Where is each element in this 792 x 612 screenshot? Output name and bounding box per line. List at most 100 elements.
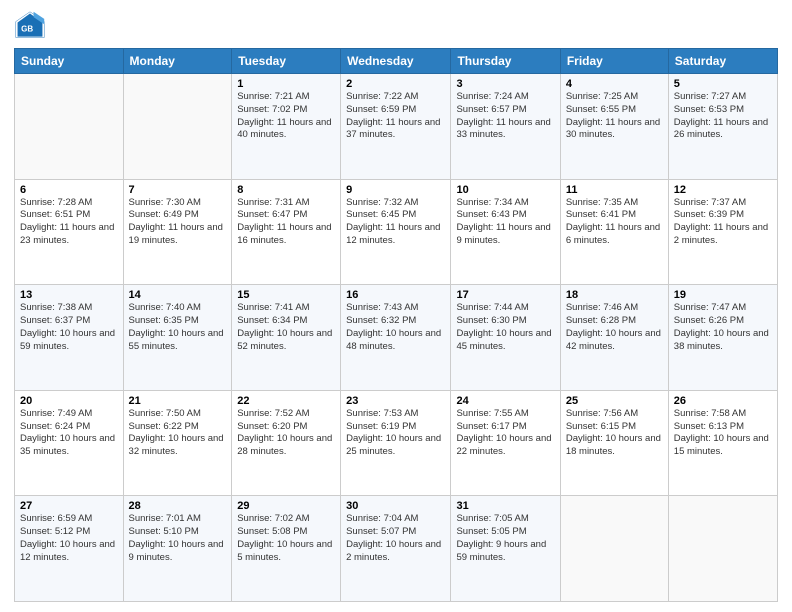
day-number: 6 (20, 184, 118, 196)
day-info: Sunrise: 7:22 AM Sunset: 6:59 PM Dayligh… (346, 91, 445, 142)
day-cell: 2Sunrise: 7:22 AM Sunset: 6:59 PM Daylig… (341, 74, 451, 180)
day-cell: 31Sunrise: 7:05 AM Sunset: 5:05 PM Dayli… (451, 496, 560, 602)
week-row-3: 13Sunrise: 7:38 AM Sunset: 6:37 PM Dayli… (15, 285, 778, 391)
day-info: Sunrise: 7:50 AM Sunset: 6:22 PM Dayligh… (129, 408, 227, 459)
day-cell: 22Sunrise: 7:52 AM Sunset: 6:20 PM Dayli… (232, 390, 341, 496)
day-number: 8 (237, 184, 335, 196)
day-number: 31 (456, 500, 554, 512)
calendar-page: GB SundayMondayTuesdayWednesdayThursdayF… (0, 0, 792, 612)
day-info: Sunrise: 7:31 AM Sunset: 6:47 PM Dayligh… (237, 197, 335, 248)
day-cell: 16Sunrise: 7:43 AM Sunset: 6:32 PM Dayli… (341, 285, 451, 391)
day-info: Sunrise: 7:34 AM Sunset: 6:43 PM Dayligh… (456, 197, 554, 248)
day-number: 24 (456, 395, 554, 407)
day-number: 3 (456, 78, 554, 90)
weekday-wednesday: Wednesday (341, 49, 451, 74)
day-info: Sunrise: 7:43 AM Sunset: 6:32 PM Dayligh… (346, 302, 445, 353)
day-number: 7 (129, 184, 227, 196)
day-info: Sunrise: 7:41 AM Sunset: 6:34 PM Dayligh… (237, 302, 335, 353)
day-cell: 30Sunrise: 7:04 AM Sunset: 5:07 PM Dayli… (341, 496, 451, 602)
day-number: 16 (346, 289, 445, 301)
day-number: 19 (674, 289, 772, 301)
day-cell: 4Sunrise: 7:25 AM Sunset: 6:55 PM Daylig… (560, 74, 668, 180)
day-cell: 7Sunrise: 7:30 AM Sunset: 6:49 PM Daylig… (123, 179, 232, 285)
day-number: 30 (346, 500, 445, 512)
day-info: Sunrise: 7:47 AM Sunset: 6:26 PM Dayligh… (674, 302, 772, 353)
day-info: Sunrise: 7:52 AM Sunset: 6:20 PM Dayligh… (237, 408, 335, 459)
day-info: Sunrise: 7:58 AM Sunset: 6:13 PM Dayligh… (674, 408, 772, 459)
weekday-saturday: Saturday (668, 49, 777, 74)
day-info: Sunrise: 7:04 AM Sunset: 5:07 PM Dayligh… (346, 513, 445, 564)
day-cell: 14Sunrise: 7:40 AM Sunset: 6:35 PM Dayli… (123, 285, 232, 391)
day-cell: 24Sunrise: 7:55 AM Sunset: 6:17 PM Dayli… (451, 390, 560, 496)
day-info: Sunrise: 7:05 AM Sunset: 5:05 PM Dayligh… (456, 513, 554, 564)
day-cell: 12Sunrise: 7:37 AM Sunset: 6:39 PM Dayli… (668, 179, 777, 285)
day-number: 5 (674, 78, 772, 90)
day-info: Sunrise: 7:27 AM Sunset: 6:53 PM Dayligh… (674, 91, 772, 142)
day-number: 18 (566, 289, 663, 301)
week-row-2: 6Sunrise: 7:28 AM Sunset: 6:51 PM Daylig… (15, 179, 778, 285)
day-info: Sunrise: 7:28 AM Sunset: 6:51 PM Dayligh… (20, 197, 118, 248)
day-info: Sunrise: 7:53 AM Sunset: 6:19 PM Dayligh… (346, 408, 445, 459)
day-number: 10 (456, 184, 554, 196)
day-info: Sunrise: 7:21 AM Sunset: 7:02 PM Dayligh… (237, 91, 335, 142)
day-cell: 6Sunrise: 7:28 AM Sunset: 6:51 PM Daylig… (15, 179, 124, 285)
week-row-5: 27Sunrise: 6:59 AM Sunset: 5:12 PM Dayli… (15, 496, 778, 602)
day-cell: 9Sunrise: 7:32 AM Sunset: 6:45 PM Daylig… (341, 179, 451, 285)
weekday-sunday: Sunday (15, 49, 124, 74)
day-number: 4 (566, 78, 663, 90)
day-info: Sunrise: 7:56 AM Sunset: 6:15 PM Dayligh… (566, 408, 663, 459)
day-number: 12 (674, 184, 772, 196)
week-row-1: 1Sunrise: 7:21 AM Sunset: 7:02 PM Daylig… (15, 74, 778, 180)
day-number: 15 (237, 289, 335, 301)
day-number: 21 (129, 395, 227, 407)
day-number: 29 (237, 500, 335, 512)
day-info: Sunrise: 7:55 AM Sunset: 6:17 PM Dayligh… (456, 408, 554, 459)
day-cell: 20Sunrise: 7:49 AM Sunset: 6:24 PM Dayli… (15, 390, 124, 496)
day-number: 17 (456, 289, 554, 301)
day-info: Sunrise: 7:02 AM Sunset: 5:08 PM Dayligh… (237, 513, 335, 564)
day-info: Sunrise: 7:30 AM Sunset: 6:49 PM Dayligh… (129, 197, 227, 248)
logo-icon: GB (14, 10, 46, 42)
day-number: 27 (20, 500, 118, 512)
day-number: 20 (20, 395, 118, 407)
day-cell (15, 74, 124, 180)
day-cell: 23Sunrise: 7:53 AM Sunset: 6:19 PM Dayli… (341, 390, 451, 496)
day-info: Sunrise: 7:40 AM Sunset: 6:35 PM Dayligh… (129, 302, 227, 353)
day-cell: 19Sunrise: 7:47 AM Sunset: 6:26 PM Dayli… (668, 285, 777, 391)
day-cell: 29Sunrise: 7:02 AM Sunset: 5:08 PM Dayli… (232, 496, 341, 602)
day-cell: 25Sunrise: 7:56 AM Sunset: 6:15 PM Dayli… (560, 390, 668, 496)
day-cell: 5Sunrise: 7:27 AM Sunset: 6:53 PM Daylig… (668, 74, 777, 180)
day-number: 22 (237, 395, 335, 407)
day-number: 9 (346, 184, 445, 196)
day-info: Sunrise: 7:37 AM Sunset: 6:39 PM Dayligh… (674, 197, 772, 248)
weekday-tuesday: Tuesday (232, 49, 341, 74)
day-cell: 26Sunrise: 7:58 AM Sunset: 6:13 PM Dayli… (668, 390, 777, 496)
day-number: 13 (20, 289, 118, 301)
day-cell (123, 74, 232, 180)
day-info: Sunrise: 7:01 AM Sunset: 5:10 PM Dayligh… (129, 513, 227, 564)
day-number: 11 (566, 184, 663, 196)
day-cell: 28Sunrise: 7:01 AM Sunset: 5:10 PM Dayli… (123, 496, 232, 602)
day-number: 26 (674, 395, 772, 407)
day-cell: 17Sunrise: 7:44 AM Sunset: 6:30 PM Dayli… (451, 285, 560, 391)
day-cell: 15Sunrise: 7:41 AM Sunset: 6:34 PM Dayli… (232, 285, 341, 391)
weekday-thursday: Thursday (451, 49, 560, 74)
day-cell: 11Sunrise: 7:35 AM Sunset: 6:41 PM Dayli… (560, 179, 668, 285)
day-cell (560, 496, 668, 602)
calendar-table: SundayMondayTuesdayWednesdayThursdayFrid… (14, 48, 778, 602)
day-number: 1 (237, 78, 335, 90)
logo: GB (14, 10, 48, 42)
day-cell: 21Sunrise: 7:50 AM Sunset: 6:22 PM Dayli… (123, 390, 232, 496)
day-number: 2 (346, 78, 445, 90)
header: GB (14, 10, 778, 42)
day-cell (668, 496, 777, 602)
weekday-friday: Friday (560, 49, 668, 74)
day-number: 25 (566, 395, 663, 407)
day-cell: 13Sunrise: 7:38 AM Sunset: 6:37 PM Dayli… (15, 285, 124, 391)
day-number: 14 (129, 289, 227, 301)
day-cell: 1Sunrise: 7:21 AM Sunset: 7:02 PM Daylig… (232, 74, 341, 180)
day-cell: 27Sunrise: 6:59 AM Sunset: 5:12 PM Dayli… (15, 496, 124, 602)
weekday-header-row: SundayMondayTuesdayWednesdayThursdayFrid… (15, 49, 778, 74)
week-row-4: 20Sunrise: 7:49 AM Sunset: 6:24 PM Dayli… (15, 390, 778, 496)
day-info: Sunrise: 7:24 AM Sunset: 6:57 PM Dayligh… (456, 91, 554, 142)
